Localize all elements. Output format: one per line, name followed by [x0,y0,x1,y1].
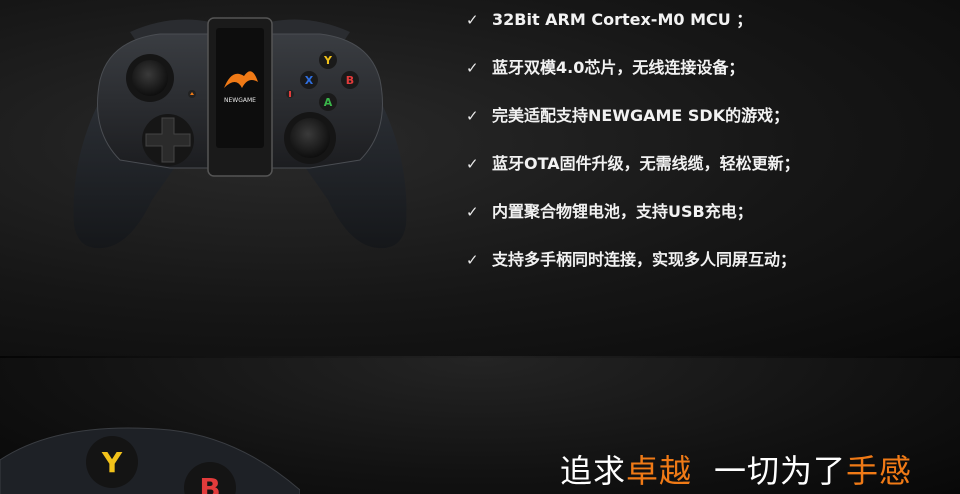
feature-text: 完美适配支持NEWGAME SDK的游戏； [492,106,790,125]
check-icon: ✓ [466,203,479,221]
gamepad-closeup-illustration: Y B [0,427,300,494]
feature-text: 蓝牙双模4.0芯片，无线连接设备； [492,58,745,77]
check-icon: ✓ [466,251,479,269]
feature-text: 32Bit ARM Cortex-M0 MCU ； [492,10,753,29]
feature-text: 蓝牙OTA固件升级，无需线缆，轻松更新； [492,154,800,173]
button-x-label: X [305,74,314,87]
check-icon: ✓ [466,155,479,173]
feature-item: ✓ 完美适配支持NEWGAME SDK的游戏； [466,104,800,152]
bottom-panel: Y B 追求卓越 一切为了手感 [0,358,960,494]
slogan-part2: 一切为了 [713,452,846,490]
gamepad-illustration: NEWGAME Y X B A [73,17,407,249]
feature-item: ✓ 蓝牙双模4.0芯片，无线连接设备； [466,56,800,104]
closeup-y-label: Y [101,446,123,479]
slogan-part1: 追求 [559,452,626,490]
feature-text: 支持多手柄同时连接，实现多人同屏互动； [492,250,797,269]
button-a-label: A [324,96,333,109]
feature-item: ✓ 内置聚合物锂电池，支持USB充电； [466,200,800,248]
brand-label: NEWGAME [224,97,256,104]
feature-item: ✓ 支持多手柄同时连接，实现多人同屏互动； [466,248,800,296]
check-icon: ✓ [466,59,479,77]
closeup-b-label: B [199,472,220,494]
slogan: 追求卓越 一切为了手感 [560,446,912,492]
slogan-part1-highlight: 卓越 [625,452,692,490]
feature-item: ✓ 蓝牙OTA固件升级，无需线缆，轻松更新； [466,152,800,200]
button-b-label: B [346,74,354,87]
feature-list: ✓ 32Bit ARM Cortex-M0 MCU ； ✓ 蓝牙双模4.0芯片，无线… [466,8,800,296]
check-icon: ✓ [466,11,479,29]
check-icon: ✓ [466,107,479,125]
button-y-label: Y [323,54,333,67]
feature-item: ✓ 32Bit ARM Cortex-M0 MCU ； [466,8,800,56]
top-panel: NEWGAME Y X B A ✓ 32Bit ARM Cortex-M0 MCU… [0,0,960,356]
feature-text: 内置聚合物锂电池，支持USB充电； [492,202,753,221]
slogan-part2-highlight: 手感 [845,452,912,490]
